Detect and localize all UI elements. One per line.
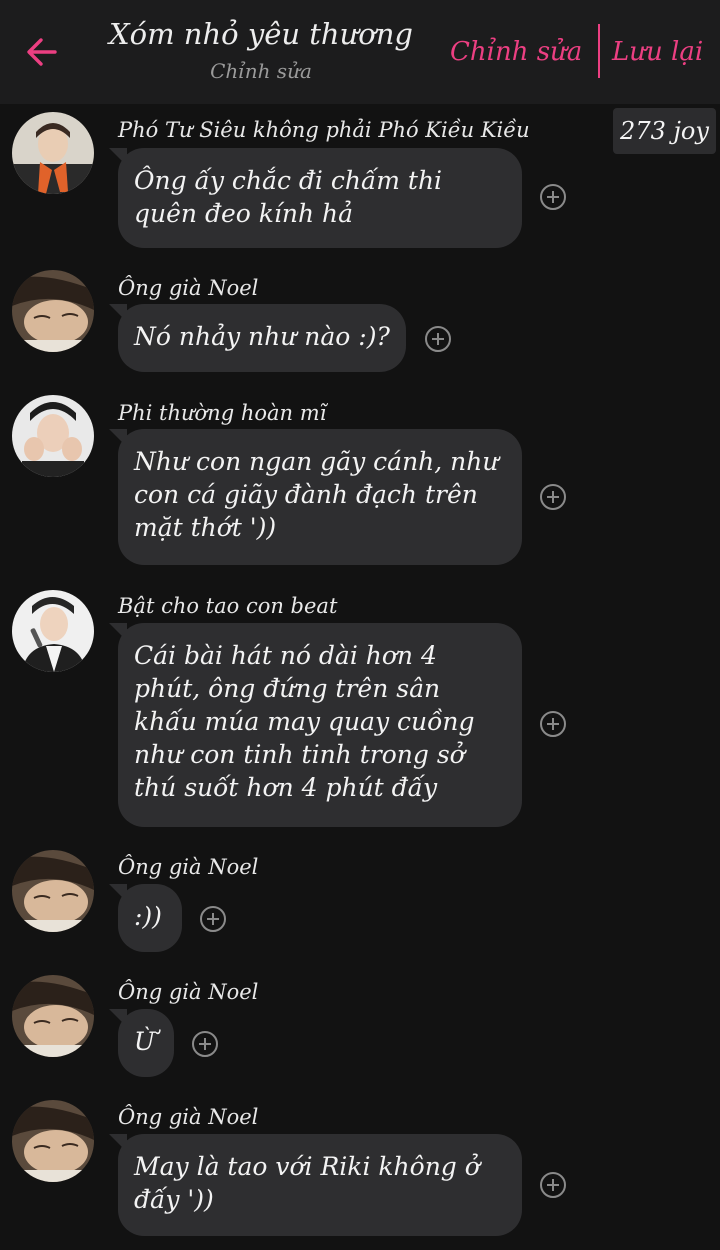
avatar[interactable] [12, 1100, 94, 1182]
top-bar: Xóm nhỏ yêu thương Chỉnh sửa Chỉnh sửa L… [0, 0, 720, 104]
avatar[interactable] [12, 975, 94, 1057]
sender-name: Ông già Noel [118, 980, 259, 1004]
add-reaction-button[interactable] [540, 711, 566, 737]
avatar-microphone-icon [12, 590, 94, 672]
add-reaction-button[interactable] [540, 484, 566, 510]
message-bubble[interactable]: Nó nhảy như nào :)? [109, 304, 406, 372]
sender-name: Phó Tư Siêu không phải Phó Kiều Kiều [118, 118, 530, 142]
edit-button[interactable]: Chỉnh sửa [450, 30, 582, 74]
header-divider [598, 24, 600, 78]
message-item: Ông già Noel :)) [0, 850, 720, 960]
message-bubble[interactable]: :)) [109, 884, 182, 952]
message-bubble[interactable]: May là tao với Riki không ở đấy ')) [109, 1134, 522, 1236]
message-bubble[interactable]: Ừ [109, 1009, 174, 1077]
sender-name: Ông già Noel [118, 1105, 259, 1129]
message-item: Bật cho tao con beat Cái bài hát nó dài … [0, 590, 720, 830]
add-reaction-button[interactable] [192, 1031, 218, 1057]
message-bubble[interactable]: Ông ấy chắc đi chấm thi quên đeo kính hả [109, 148, 522, 248]
avatar[interactable] [12, 395, 94, 477]
chat-title: Xóm nhỏ yêu thương [108, 17, 413, 51]
avatar[interactable] [12, 590, 94, 672]
arrow-left-icon [27, 38, 57, 66]
avatar-sleeping-boy-icon [12, 850, 94, 932]
chat-subtitle: Chỉnh sửa [210, 59, 312, 83]
avatar[interactable] [12, 270, 94, 352]
add-reaction-button[interactable] [425, 326, 451, 352]
avatar-sleeping-boy-icon [12, 1100, 94, 1182]
message-item: Phi thường hoàn mĩ Như con ngan gãy cánh… [0, 395, 720, 570]
back-button[interactable] [18, 28, 66, 76]
avatar-hands-face-icon [12, 395, 94, 477]
sender-name: Bật cho tao con beat [118, 594, 338, 618]
sender-name: Ông già Noel [118, 276, 259, 300]
sender-name: Ông già Noel [118, 855, 259, 879]
message-item: Ông già Noel Nó nhảy như nào :)? [0, 270, 720, 380]
avatar[interactable] [12, 112, 94, 194]
title-block: Xóm nhỏ yêu thương Chỉnh sửa [96, 14, 426, 86]
message-item: Ông già Noel May là tao với Riki không ở… [0, 1100, 720, 1240]
chat-screen: Xóm nhỏ yêu thương Chỉnh sửa Chỉnh sửa L… [0, 0, 720, 1250]
message-bubble[interactable]: Cái bài hát nó dài hơn 4 phút, ông đứng … [109, 623, 522, 827]
message-bubble[interactable]: Như con ngan gãy cánh, như con cá giãy đ… [109, 429, 522, 565]
message-item: Ông già Noel Ừ [0, 975, 720, 1085]
sender-name: Phi thường hoàn mĩ [118, 401, 327, 425]
avatar[interactable] [12, 850, 94, 932]
add-reaction-button[interactable] [200, 906, 226, 932]
avatar-sleeping-boy-icon [12, 270, 94, 352]
add-reaction-button[interactable] [540, 1172, 566, 1198]
add-reaction-button[interactable] [540, 184, 566, 210]
avatar-orange-scarf-icon [12, 112, 94, 194]
message-item: Phó Tư Siêu không phải Phó Kiều Kiều Ông… [0, 108, 720, 253]
avatar-sleeping-boy-icon [12, 975, 94, 1057]
save-button[interactable]: Lưu lại [612, 30, 703, 74]
